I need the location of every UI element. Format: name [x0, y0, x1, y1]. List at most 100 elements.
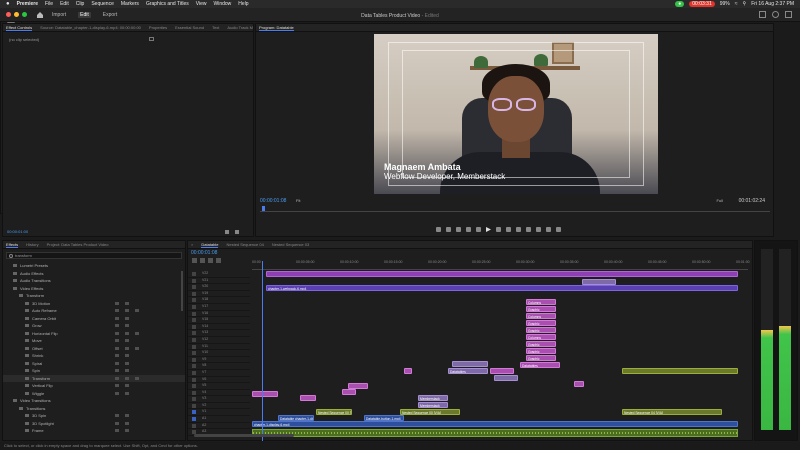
- linked-selection-icon[interactable]: [200, 258, 205, 263]
- track-target-toggle[interactable]: [192, 390, 196, 395]
- track-target-toggle[interactable]: [192, 410, 196, 415]
- effects-list-item[interactable]: Horizontal Flip: [3, 330, 185, 338]
- effects-list-item[interactable]: Spin: [3, 367, 185, 375]
- track-target-toggle[interactable]: [192, 311, 196, 316]
- track-target-toggle[interactable]: [192, 417, 196, 422]
- zoom-select[interactable]: Fit: [296, 198, 300, 203]
- effects-list-item[interactable]: 3D Spotlight: [3, 420, 185, 428]
- comparison-view-icon[interactable]: [546, 227, 551, 232]
- effects-list-item[interactable]: Audio Transitions: [3, 277, 185, 285]
- menu-edit[interactable]: Edit: [60, 1, 69, 7]
- apple-menu-icon[interactable]: ●: [6, 1, 10, 7]
- video-track-header[interactable]: V2: [188, 403, 250, 410]
- video-track-header[interactable]: V12: [188, 337, 250, 344]
- track-target-toggle[interactable]: [192, 357, 196, 362]
- video-track-header[interactable]: V16: [188, 311, 250, 318]
- track-target-toggle[interactable]: [192, 285, 196, 290]
- effects-list-item[interactable]: Offset: [3, 345, 185, 353]
- graphic-clip[interactable]: Graphic: [526, 348, 556, 354]
- playhead-marker[interactable]: [262, 206, 265, 211]
- track-target-toggle[interactable]: [192, 403, 196, 408]
- graphic-clip[interactable]: Graphic: [526, 341, 556, 347]
- tab-effects[interactable]: Effects: [6, 242, 19, 248]
- video-track-header[interactable]: V8: [188, 363, 250, 370]
- track-target-toggle[interactable]: [192, 304, 196, 309]
- lower-third-title[interactable]: Magnaem Ambata Webflow Developer, Member…: [384, 162, 505, 181]
- columns-clip[interactable]: Columns: [526, 313, 556, 319]
- video-track-header[interactable]: V9: [188, 357, 250, 364]
- clip[interactable]: [622, 368, 738, 374]
- memberstack-clip[interactable]: Memberstack: [418, 402, 448, 408]
- menu-help[interactable]: Help: [238, 1, 248, 7]
- video-track-header[interactable]: V14: [188, 324, 250, 331]
- add-marker-icon[interactable]: [208, 258, 213, 263]
- effects-list-item[interactable]: Transitions: [3, 405, 185, 413]
- graphic-clip[interactable]: Graphic: [526, 355, 556, 361]
- export-frame-icon[interactable]: [536, 227, 541, 232]
- tab-source[interactable]: Source: Datatable_chapter-1-display-6.mp…: [40, 25, 141, 30]
- tab-program[interactable]: Program: Datatable: [259, 25, 294, 31]
- mark-in-icon[interactable]: [446, 227, 451, 232]
- menu-clip[interactable]: Clip: [76, 1, 85, 7]
- fullscreen-icon[interactable]: [785, 11, 792, 18]
- clip[interactable]: [574, 381, 584, 387]
- play-icon[interactable]: [486, 227, 491, 232]
- export-frame-icon[interactable]: [235, 230, 239, 234]
- effects-list-item[interactable]: Auto Reframe: [3, 307, 185, 315]
- panel-menu-icon[interactable]: [149, 37, 154, 41]
- video-track-header[interactable]: V17: [188, 304, 250, 311]
- mark-out-icon[interactable]: [456, 227, 461, 232]
- track-target-toggle[interactable]: [192, 423, 196, 428]
- tab-sequence-datatable[interactable]: Datatable: [201, 242, 219, 248]
- add-button-icon[interactable]: [556, 227, 561, 232]
- track-target-toggle[interactable]: [192, 364, 196, 369]
- filter-icon[interactable]: [225, 230, 229, 234]
- chapter-clip[interactable]: chapter-1-webpack-6.mp4: [266, 285, 738, 291]
- memberstack-clip[interactable]: Memberstack: [418, 395, 448, 401]
- wifi-icon[interactable]: ≈: [735, 1, 738, 7]
- graphic-clip[interactable]: Graphic: [526, 320, 556, 326]
- video-track-header[interactable]: V10: [188, 350, 250, 357]
- clip[interactable]: [404, 368, 412, 374]
- track-target-toggle[interactable]: [192, 318, 196, 323]
- lift-icon[interactable]: [516, 227, 521, 232]
- menu-markers[interactable]: Markers: [121, 1, 139, 7]
- datatables-clip[interactable]: Datatables: [520, 362, 560, 368]
- video-track-header[interactable]: V20: [188, 284, 250, 291]
- tab-nested-04[interactable]: Nested Sequence 04: [226, 242, 263, 247]
- video-track-header[interactable]: V11: [188, 344, 250, 351]
- video-track-header[interactable]: V1: [188, 409, 250, 417]
- clip[interactable]: [490, 368, 514, 374]
- datatables-clip[interactable]: Datatables: [448, 368, 488, 374]
- effects-list-item[interactable]: Camera Orbit: [3, 315, 185, 323]
- timeline-timecode[interactable]: 00:00:01:08: [191, 250, 217, 256]
- track-target-toggle[interactable]: [192, 291, 196, 296]
- effects-list-item[interactable]: Move: [3, 337, 185, 345]
- nested-clip[interactable]: [494, 375, 518, 381]
- subtitle-track-clip[interactable]: [266, 271, 738, 277]
- track-target-toggle[interactable]: [192, 344, 196, 349]
- effects-list-item[interactable]: Video Transitions: [3, 397, 185, 405]
- track-target-toggle[interactable]: [192, 272, 196, 276]
- audio-clip[interactable]: [252, 429, 738, 437]
- track-target-toggle[interactable]: [192, 337, 196, 342]
- video-track-header[interactable]: V3: [188, 396, 250, 403]
- video-track-header[interactable]: V4: [188, 390, 250, 397]
- tab-effect-controls[interactable]: Effect Controls: [6, 25, 33, 31]
- extract-icon[interactable]: [526, 227, 531, 232]
- quick-export-icon[interactable]: [772, 11, 779, 18]
- app-menu[interactable]: Premiere: [17, 1, 38, 7]
- track-target-toggle[interactable]: [192, 370, 196, 375]
- clip[interactable]: [300, 395, 316, 401]
- add-marker-icon[interactable]: [436, 227, 441, 232]
- close-tab-icon[interactable]: ×: [191, 242, 193, 247]
- go-to-out-icon[interactable]: [506, 227, 511, 232]
- effects-list-item[interactable]: Wiggle: [3, 390, 185, 398]
- program-timecode[interactable]: 00:00:01:08: [260, 198, 286, 204]
- menu-window[interactable]: Window: [214, 1, 232, 7]
- video-track-header[interactable]: V5: [188, 383, 250, 390]
- tab-nested-03[interactable]: Nested Sequence 03: [272, 242, 309, 247]
- effects-list-item[interactable]: Grow: [3, 322, 185, 330]
- clip[interactable]: [342, 389, 356, 395]
- track-target-toggle[interactable]: [192, 377, 196, 382]
